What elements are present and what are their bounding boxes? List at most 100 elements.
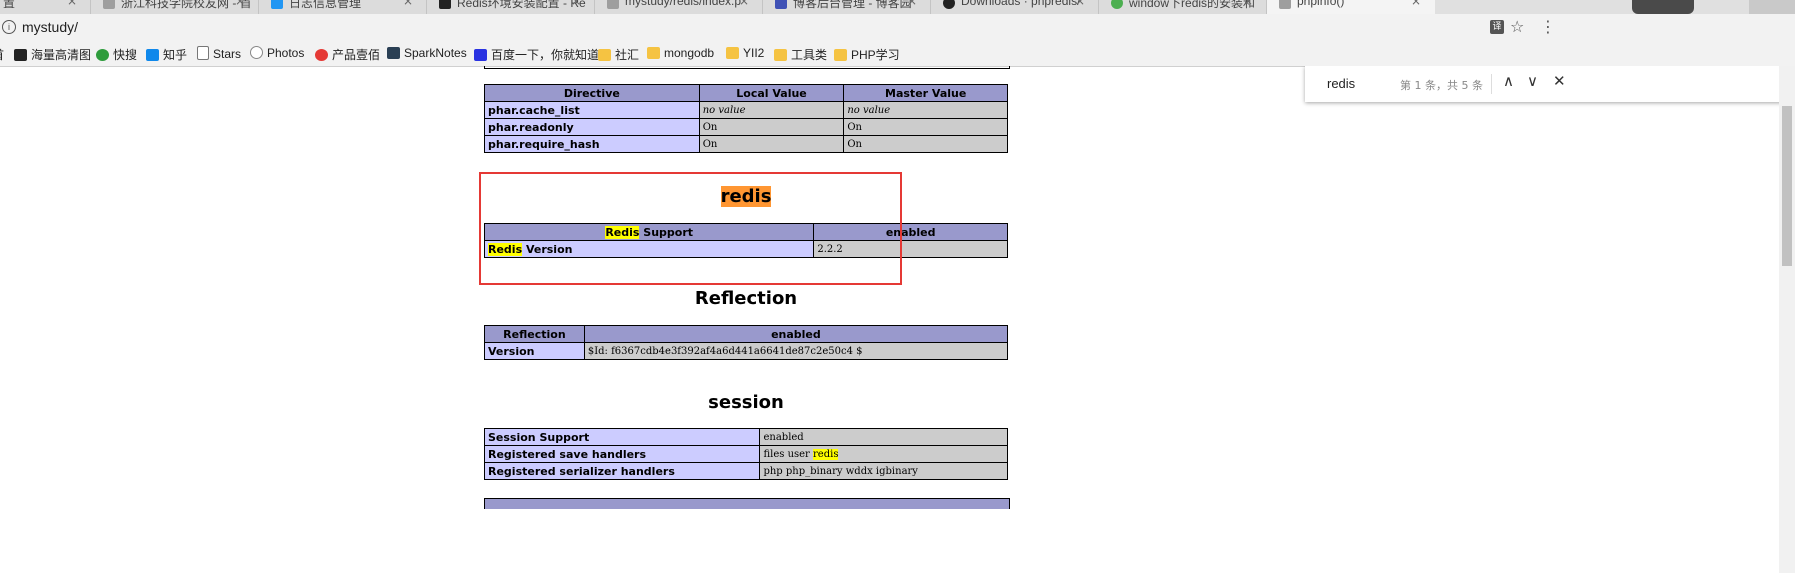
search-match-highlight: redis [813,448,839,460]
table-row: phar.require_hash On On [484,135,1008,153]
tab-close-icon[interactable]: × [1411,0,1421,8]
menu-icon[interactable]: ⋮ [1540,17,1556,36]
find-close-icon[interactable]: ✕ [1553,72,1566,90]
url-field[interactable]: mystudy/ [22,19,78,35]
master-value: no value [847,104,891,116]
tab-close-icon[interactable]: × [67,0,77,8]
tab-close-icon[interactable]: × [1075,0,1085,8]
reflection-table: Reflection enabled Version $Id: f6367cdb… [484,325,1009,360]
session-value: files user redis [759,445,1008,463]
find-prev-icon[interactable]: ∧ [1503,72,1514,90]
baidu-icon [474,49,487,61]
bookmark-item[interactable]: Stars [197,46,241,62]
site-icon [775,0,787,9]
bookmark-label: 百度一下，你就知道 [491,48,600,62]
tab-0[interactable]: 置 × [0,0,91,14]
column-header: Directive [484,84,700,102]
directive-name: phar.cache_list [484,101,700,119]
find-match-count: 第 1 条，共 5 条 [1400,79,1483,92]
column-header: Reflection [484,325,585,343]
column-header: enabled [583,325,1009,343]
window-close-button[interactable] [1749,0,1795,14]
table-row: phar.readonly On On [484,118,1008,136]
tab-7[interactable]: window下redis的安装和 × [1098,0,1267,14]
table-row: phar.cache_list no value no value [484,101,1008,119]
bookmark-label: Photos [267,46,305,60]
bookmark-item[interactable]: 海量高清图 [14,46,91,62]
tab-title: phpinfo() [1297,0,1345,8]
column-header: Master Value [843,84,1008,102]
tab-close-icon[interactable]: × [1243,0,1253,8]
bookmark-label: 产品壹佰 [332,48,381,62]
bookmark-label: mongodb [664,46,715,60]
tab-strip: 置 × 浙江科技学院校友网 - 首 × 日志信息管理 × Redis环境安装配置… [0,0,1795,14]
table-row: Registered serializer handlers php php_b… [483,462,1008,480]
search-icon [96,49,109,61]
local-value: On [698,118,845,136]
scrollbar-thumb[interactable] [1782,106,1792,266]
tab-close-icon[interactable]: × [739,0,749,8]
tab-close-icon[interactable]: × [403,0,413,8]
bookmark-item[interactable]: 首 [0,46,4,62]
table-header-row: Directive Local Value Master Value [484,84,1008,102]
tab-6[interactable]: Downloads · phpredis/ × [930,0,1099,14]
translate-icon[interactable]: 译 [1490,20,1504,34]
bookmark-item[interactable]: 知乎 [146,46,187,62]
bookmark-label: PHP学习 [851,48,900,62]
page-content: Directive Local Value Master Value phar.… [0,66,1795,573]
tab-close-icon[interactable]: × [571,0,581,8]
github-icon [943,0,955,9]
bookmark-folder[interactable]: YII2 [726,46,764,62]
table-row: Version $Id: f6367cdb4e3f392af4a6d441a66… [484,342,1009,360]
tab-4[interactable]: mystudy/redis/index.p × [594,0,763,14]
bookmark-item[interactable]: 快搜 [96,46,137,62]
table-row: Registered save handlers files user redi… [483,445,1008,463]
tab-1[interactable]: 浙江科技学院校友网 - 首 × [90,0,259,14]
session-value: php php_binary wddx igbinary [759,462,1008,480]
tab-title: 日志信息管理 [289,0,362,10]
table-row: Session Support enabled [483,428,1008,446]
bookmark-item[interactable]: Photos [250,46,304,62]
tab-8-active[interactable]: phpinfo() × [1266,0,1435,14]
session-table: Session Support enabled Registered save … [483,428,1008,480]
bookmark-folder[interactable]: 工具类 [774,46,827,62]
window-minimize-button[interactable] [1700,0,1746,14]
find-input[interactable]: redis [1327,76,1355,91]
user-profile-button[interactable] [1632,0,1694,14]
local-value: On [698,135,845,153]
page-icon [607,0,619,9]
tab-3[interactable]: Redis环境安装配置 - Re × [426,0,595,14]
bookmark-star-icon[interactable]: ☆ [1510,17,1524,36]
session-section-title: session [708,392,784,413]
bookmark-folder[interactable]: PHP学习 [834,46,900,62]
reflection-version-label: Version [484,342,585,360]
bookmark-label: 社汇 [615,48,640,62]
column-header: Local Value [698,84,845,102]
tab-close-icon[interactable]: × [907,0,917,8]
bookmark-folder[interactable]: mongodb [647,46,714,62]
reflection-version-value: $Id: f6367cdb4e3f392af4a6d441a6641de87c2… [583,342,1009,360]
tab-5[interactable]: 博客后台管理 - 博客园 × [762,0,931,14]
find-next-icon[interactable]: ∨ [1527,72,1538,90]
tab-2[interactable]: 日志信息管理 × [258,0,427,14]
find-divider [1491,74,1492,94]
site-icon [271,0,283,9]
info-icon[interactable]: i [2,20,16,34]
tab-title: Redis环境安装配置 - Re [457,0,586,10]
bookmark-label: 首 [0,48,4,62]
sparknotes-icon [387,47,400,59]
session-directive: Registered save handlers [483,445,761,463]
scrollbar[interactable] [1779,66,1795,573]
photos-icon [250,46,263,59]
folder-icon [647,47,660,59]
bookmark-folder[interactable]: 社汇 [598,46,639,62]
bookmark-item[interactable]: 产品壹佰 [315,46,380,62]
tab-close-icon[interactable]: × [235,0,245,8]
master-value: On [843,118,1008,136]
directive-name: phar.readonly [484,118,700,136]
address-bar: i mystudy/ 译 ☆ ⋮ [0,14,1795,42]
bookmark-item[interactable]: 百度一下，你就知道 [474,46,599,62]
value-text: files user [763,448,814,460]
bookmark-label: 海量高清图 [31,48,92,62]
bookmark-item[interactable]: SparkNotes [387,46,467,62]
